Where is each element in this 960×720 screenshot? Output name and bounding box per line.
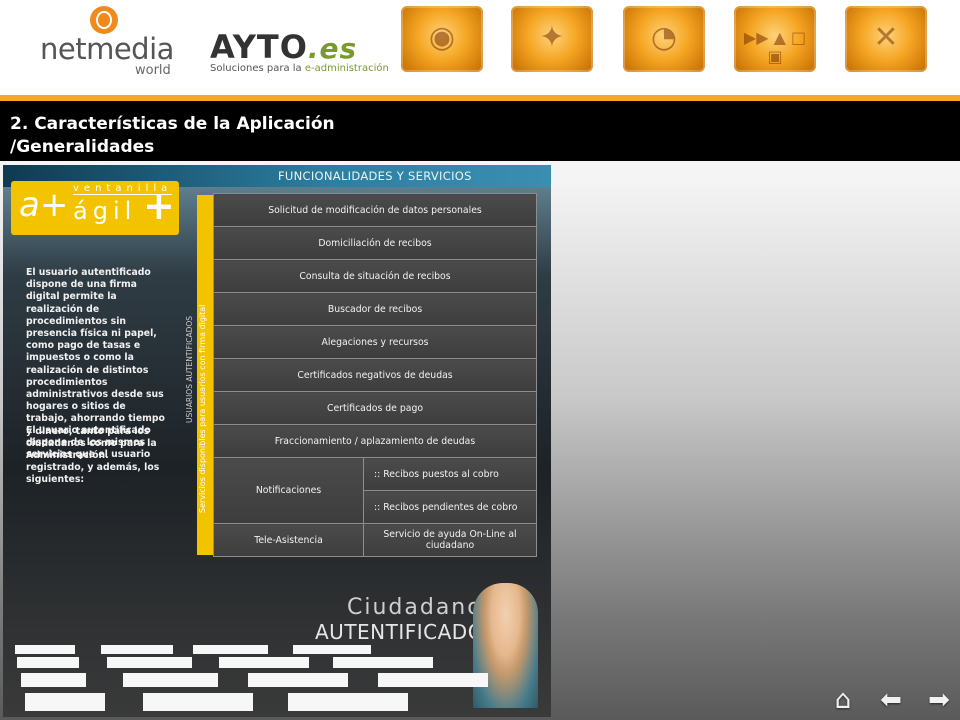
netmedia-logo[interactable]: netmedia world	[40, 6, 180, 82]
floor-tile	[101, 645, 173, 654]
back-button[interactable]: ⬅	[876, 686, 906, 714]
services-table: Solicitud de modificación de datos perso…	[213, 193, 537, 557]
table-row: Notificaciones :: Recibos puestos al cob…	[213, 457, 537, 524]
ayto-tagline: Soluciones para la e-administración	[210, 63, 390, 74]
home-button[interactable]: ⌂	[828, 686, 858, 714]
table-row: Buscador de recibos	[213, 292, 537, 326]
notificaciones-label: Notificaciones	[213, 457, 364, 524]
table-row: Alegaciones y recursos	[213, 325, 537, 359]
ventanilla-agil-badge: a+ ventanilla ágil +	[11, 181, 179, 235]
service-cell: Alegaciones y recursos	[213, 325, 537, 359]
table-row: Consulta de situación de recibos	[213, 259, 537, 293]
media-controls-thumb: ▶▶ ▲ □ ▣	[734, 6, 816, 72]
table-row: Certificados de pago	[213, 391, 537, 425]
ciudadanos-heading: Ciudadanos AUTENTIFICADOS	[315, 595, 497, 644]
table-row: Domiciliación de recibos	[213, 226, 537, 260]
floor-tile	[107, 657, 192, 668]
service-cell: Consulta de situación de recibos	[213, 259, 537, 293]
floor-tile	[293, 645, 371, 654]
home-icon: ⌂	[834, 685, 852, 715]
badge-main-text: ágil	[73, 197, 137, 225]
forward-button[interactable]: ➡	[924, 686, 954, 714]
service-cell: Solicitud de modificación de datos perso…	[213, 193, 537, 227]
arrow-right-icon: ➡	[928, 685, 950, 715]
netmedia-logo-name: netmedia	[40, 32, 174, 66]
service-cell: Fraccionamiento / aplazamiento de deudas	[213, 424, 537, 458]
service-cell: Certificados de pago	[213, 391, 537, 425]
table-row: Solicitud de modificación de datos perso…	[213, 193, 537, 227]
globe-icon	[90, 6, 118, 34]
floor-tile	[17, 657, 79, 668]
slide-title: 2. Características de la Aplicación /Gen…	[10, 113, 335, 159]
network-icon: ✕	[873, 20, 899, 55]
side-label: USUARIOS AUTENTIFICADOS	[185, 315, 194, 423]
notification-item: :: Recibos pendientes de cobro	[363, 490, 537, 524]
ayto-brand-text: AYTO	[210, 28, 308, 66]
floor-tile	[288, 693, 408, 711]
service-cell: Certificados negativos de deudas	[213, 358, 537, 392]
eye-thumb: ◉	[401, 6, 483, 72]
floor-tile	[123, 673, 218, 687]
floor-tile	[15, 645, 75, 654]
floor-tile	[219, 657, 309, 668]
services-side-label: Servicios disponibles para usuarios con …	[198, 304, 207, 513]
media-controls-icon: ▶▶ ▲ □ ▣	[743, 28, 807, 66]
ayto-brand: AYTO.es	[210, 28, 390, 66]
ayto-tagline-b: e-administración	[304, 63, 389, 74]
notification-item: :: Recibos puestos al cobro	[363, 457, 537, 491]
network-thumb: ✕	[845, 6, 927, 72]
description-paragraph-2: El usuario autentificado dispone de los …	[26, 425, 160, 485]
service-cell: Domiciliación de recibos	[213, 226, 537, 260]
table-row: Certificados negativos de deudas	[213, 358, 537, 392]
floor-tile	[333, 657, 433, 668]
phone-thumb: ◔	[623, 6, 705, 72]
panel-heading: FUNCIONALIDADES Y SERVICIOS	[278, 169, 472, 183]
citizen-photo	[473, 583, 538, 708]
service-cell: Buscador de recibos	[213, 292, 537, 326]
slide-title-line1: 2. Características de la Aplicación	[10, 114, 335, 134]
badge-prefix: a+	[19, 185, 69, 225]
arrow-left-icon: ⬅	[880, 685, 902, 715]
services-side-bar: Servicios disponibles para usuarios con …	[197, 195, 213, 555]
table-row: Fraccionamiento / aplazamiento de deudas	[213, 424, 537, 458]
teleasistencia-label: Tele-Asistencia	[213, 523, 364, 557]
floor-tile	[378, 673, 488, 687]
floor-tile	[21, 673, 86, 687]
eye-icon: ◉	[428, 20, 456, 55]
slide-title-line2: /Generalidades	[10, 137, 155, 157]
floor-tile	[248, 673, 348, 687]
netmedia-logo-sub: world	[135, 63, 171, 78]
header: netmedia world AYTO.es Soluciones para l…	[0, 0, 960, 96]
floor-tile	[25, 693, 105, 711]
table-row: Tele-Asistencia Servicio de ayuda On-Lin…	[213, 523, 537, 557]
ayto-brand-suffix: .es	[307, 32, 358, 65]
ayto-logo[interactable]: AYTO.es Soluciones para la e-administrac…	[210, 28, 390, 80]
features-panel: FUNCIONALIDADES Y SERVICIOS a+ ventanill…	[3, 165, 551, 717]
athlete-icon: ✦	[539, 20, 565, 55]
floor-tile	[193, 645, 268, 654]
phone-icon: ◔	[650, 20, 678, 55]
ayto-tagline-a: Soluciones para la	[210, 63, 305, 74]
athlete-thumb: ✦	[511, 6, 593, 72]
ciudadanos-line2: AUTENTIFICADOS	[315, 620, 498, 644]
teleasistencia-value: Servicio de ayuda On-Line al ciudadano	[363, 523, 537, 557]
plus-icon: +	[143, 184, 175, 228]
floor-tile	[143, 693, 253, 711]
slide-title-bar: 2. Características de la Aplicación /Gen…	[0, 101, 960, 161]
